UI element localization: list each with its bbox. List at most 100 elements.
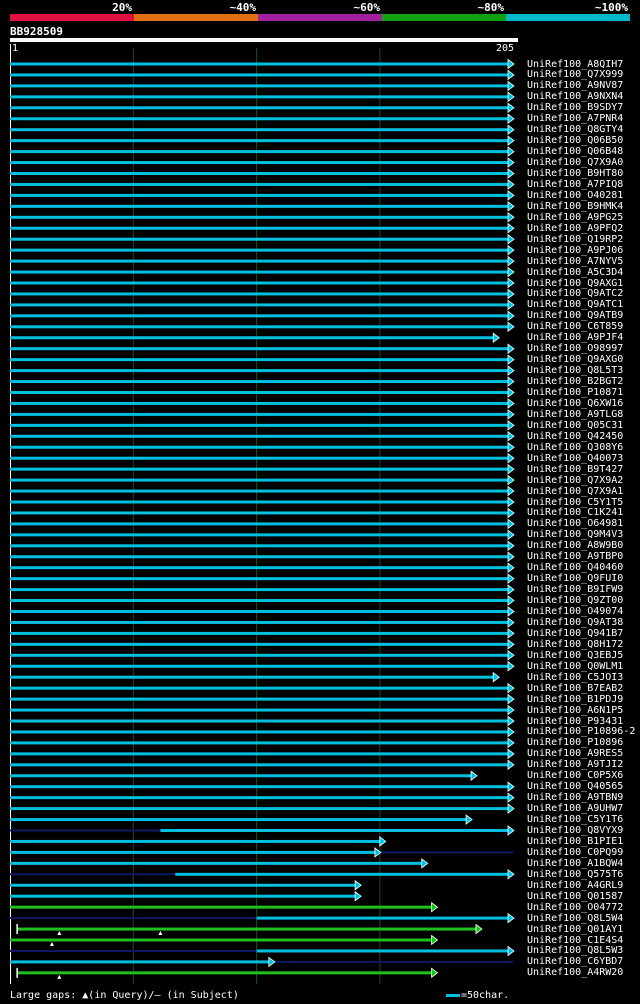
hit-name[interactable]: UniRef100_B9T427 bbox=[527, 464, 623, 475]
hit-name[interactable]: UniRef100_C5JOI3 bbox=[527, 672, 623, 683]
hit-name[interactable]: UniRef100_A6N1P5 bbox=[527, 705, 623, 716]
alignment-arrow-icon bbox=[507, 485, 515, 497]
hit-name[interactable]: UniRef100_B1PIE1 bbox=[527, 836, 623, 847]
hit-name[interactable]: UniRef100_A9TLG8 bbox=[527, 409, 623, 420]
hit-name[interactable]: UniRef100_Q06B50 bbox=[527, 135, 623, 146]
hit-name[interactable]: UniRef100_B9SDY7 bbox=[527, 102, 623, 113]
hit-name[interactable]: UniRef100_Q9ATC1 bbox=[527, 299, 623, 310]
hit-name[interactable]: UniRef100_Q40073 bbox=[527, 453, 623, 464]
alignment-bar bbox=[10, 642, 509, 646]
hit-name[interactable]: UniRef100_Q3EBJ5 bbox=[527, 650, 623, 661]
hit-name[interactable]: UniRef100_Q9ATC2 bbox=[527, 288, 623, 299]
alignment-arrow-icon bbox=[507, 277, 515, 289]
hit-name[interactable]: UniRef100_O64981 bbox=[527, 518, 623, 529]
hit-name[interactable]: UniRef100_A9PG25 bbox=[527, 212, 623, 223]
hit-name[interactable]: UniRef100_A7NYV5 bbox=[527, 256, 623, 267]
hit-name[interactable]: UniRef100_C6T859 bbox=[527, 321, 623, 332]
alignment-arrow-icon bbox=[431, 934, 439, 946]
alignment-arrow-icon bbox=[354, 890, 362, 902]
hit-name[interactable]: UniRef100_O98997 bbox=[527, 343, 623, 354]
hit-name[interactable]: UniRef100_Q01AY1 bbox=[527, 924, 623, 935]
hit-name[interactable]: UniRef100_A7PNR4 bbox=[527, 113, 623, 124]
hit-name[interactable]: UniRef100_Q9AXG1 bbox=[527, 278, 623, 289]
hit-name[interactable]: UniRef100_C1E4S4 bbox=[527, 935, 623, 946]
hit-name[interactable]: UniRef100_O40281 bbox=[527, 190, 623, 201]
alignment-bar bbox=[10, 960, 270, 964]
hit-name[interactable]: UniRef100_Q941B7 bbox=[527, 628, 623, 639]
hit-name[interactable]: UniRef100_Q8GTY4 bbox=[527, 124, 623, 135]
alignment-arrow-icon bbox=[507, 222, 515, 234]
hit-name[interactable]: UniRef100_Q9FUI0 bbox=[527, 573, 623, 584]
hit-name[interactable]: UniRef100_Q01587 bbox=[527, 891, 623, 902]
hit-name[interactable]: UniRef100_Q40565 bbox=[527, 781, 623, 792]
alignment-bar bbox=[10, 620, 509, 624]
hit-name[interactable]: UniRef100_O04772 bbox=[527, 902, 623, 913]
hit-name[interactable]: UniRef100_P93431 bbox=[527, 716, 623, 727]
hit-name[interactable]: UniRef100_A9PJF4 bbox=[527, 332, 623, 343]
hit-name[interactable]: UniRef100_P10896 bbox=[527, 737, 623, 748]
hit-name[interactable]: UniRef100_Q0WLM1 bbox=[527, 661, 623, 672]
hit-name[interactable]: UniRef100_A4GRL9 bbox=[527, 880, 623, 891]
hit-name[interactable]: UniRef100_A1BQW4 bbox=[527, 858, 623, 869]
hit-name[interactable]: UniRef100_A4RW20 bbox=[527, 967, 623, 978]
hit-name[interactable]: UniRef100_Q40460 bbox=[527, 562, 623, 573]
hit-name[interactable]: UniRef100_Q9AT38 bbox=[527, 617, 623, 628]
hit-name[interactable]: UniRef100_B1PDJ9 bbox=[527, 694, 623, 705]
hit-name[interactable]: UniRef100_A9NXN4 bbox=[527, 91, 623, 102]
alignment-arrow-icon bbox=[507, 803, 515, 814]
hit-name[interactable]: UniRef100_B9IFW9 bbox=[527, 584, 623, 595]
hit-name[interactable]: UniRef100_C0PQ99 bbox=[527, 847, 623, 858]
hit-name[interactable]: UniRef100_A9NV87 bbox=[527, 80, 623, 91]
hit-name[interactable]: UniRef100_A8QIH7 bbox=[527, 59, 623, 70]
hit-name[interactable]: UniRef100_C1K241 bbox=[527, 507, 623, 518]
hit-name[interactable]: UniRef100_Q7X9A1 bbox=[527, 486, 623, 497]
hit-name[interactable]: UniRef100_Q9ZT00 bbox=[527, 595, 623, 606]
hit-name[interactable]: UniRef100_Q9ATB9 bbox=[527, 310, 623, 321]
hit-name[interactable]: UniRef100_A9UHW7 bbox=[527, 803, 623, 814]
hit-name[interactable]: UniRef100_A9RES5 bbox=[527, 748, 623, 759]
hit-name[interactable]: UniRef100_A5C3D4 bbox=[527, 267, 623, 278]
hit-name[interactable]: UniRef100_B9HT80 bbox=[527, 168, 623, 179]
hit-name[interactable]: UniRef100_B7EAB2 bbox=[527, 683, 623, 694]
hit-name[interactable]: UniRef100_B9HMK4 bbox=[527, 201, 623, 212]
alignment-arrow-icon bbox=[507, 69, 515, 81]
hit-name[interactable]: UniRef100_A9PJ06 bbox=[527, 245, 623, 256]
hit-name[interactable]: UniRef100_Q7X9A2 bbox=[527, 475, 623, 486]
hit-name[interactable]: UniRef100_Q42450 bbox=[527, 431, 623, 442]
hit-name[interactable]: UniRef100_Q8L5T3 bbox=[527, 365, 623, 376]
hit-name[interactable]: UniRef100_Q7X999 bbox=[527, 69, 623, 80]
hit-name[interactable]: UniRef100_Q19RP2 bbox=[527, 234, 623, 245]
hit-name[interactable]: UniRef100_Q308Y6 bbox=[527, 442, 623, 453]
hit-name[interactable]: UniRef100_Q8VYX9 bbox=[527, 825, 623, 836]
hit-name[interactable]: UniRef100_P10896-2 bbox=[527, 726, 635, 737]
hit-name[interactable]: UniRef100_P10871 bbox=[527, 387, 623, 398]
hit-name[interactable]: UniRef100_C6YBD7 bbox=[527, 956, 623, 967]
alignment-bar bbox=[10, 631, 509, 635]
hit-name[interactable]: UniRef100_A9TBN9 bbox=[527, 792, 623, 803]
hit-name[interactable]: UniRef100_Q06B48 bbox=[527, 146, 623, 157]
alignment-arrow-icon bbox=[507, 682, 515, 694]
hit-name[interactable]: UniRef100_Q8L5W4 bbox=[527, 913, 623, 924]
alignment-arrow-icon bbox=[507, 507, 515, 519]
hit-name[interactable]: UniRef100_Q6XW16 bbox=[527, 398, 623, 409]
hit-name[interactable]: UniRef100_C5Y1T5 bbox=[527, 497, 623, 508]
hit-name[interactable]: UniRef100_A9TJI2 bbox=[527, 759, 623, 770]
alignment-bar bbox=[10, 445, 509, 449]
hit-name[interactable]: UniRef100_Q9AXG0 bbox=[527, 354, 623, 365]
hit-name[interactable]: UniRef100_A8W9B0 bbox=[527, 540, 623, 551]
hit-name[interactable]: UniRef100_Q8L5W3 bbox=[527, 945, 623, 956]
alignment-bar bbox=[10, 730, 509, 734]
hit-name[interactable]: UniRef100_Q8H172 bbox=[527, 639, 623, 650]
hit-name[interactable]: UniRef100_O49074 bbox=[527, 606, 623, 617]
hit-name[interactable]: UniRef100_C0P5X6 bbox=[527, 770, 623, 781]
alignment-bar bbox=[10, 719, 509, 723]
hit-name[interactable]: UniRef100_Q05C31 bbox=[527, 420, 623, 431]
hit-name[interactable]: UniRef100_C5Y1T6 bbox=[527, 814, 623, 825]
hit-name[interactable]: UniRef100_B2BGT2 bbox=[527, 376, 623, 387]
hit-name[interactable]: UniRef100_A9TBP0 bbox=[527, 551, 623, 562]
hit-name[interactable]: UniRef100_Q575T6 bbox=[527, 869, 623, 880]
hit-name[interactable]: UniRef100_Q7X9A0 bbox=[527, 157, 623, 168]
hit-name[interactable]: UniRef100_A9PFQ2 bbox=[527, 223, 623, 234]
hit-name[interactable]: UniRef100_A7PIQ8 bbox=[527, 179, 623, 190]
hit-name[interactable]: UniRef100_Q9M4V3 bbox=[527, 529, 623, 540]
